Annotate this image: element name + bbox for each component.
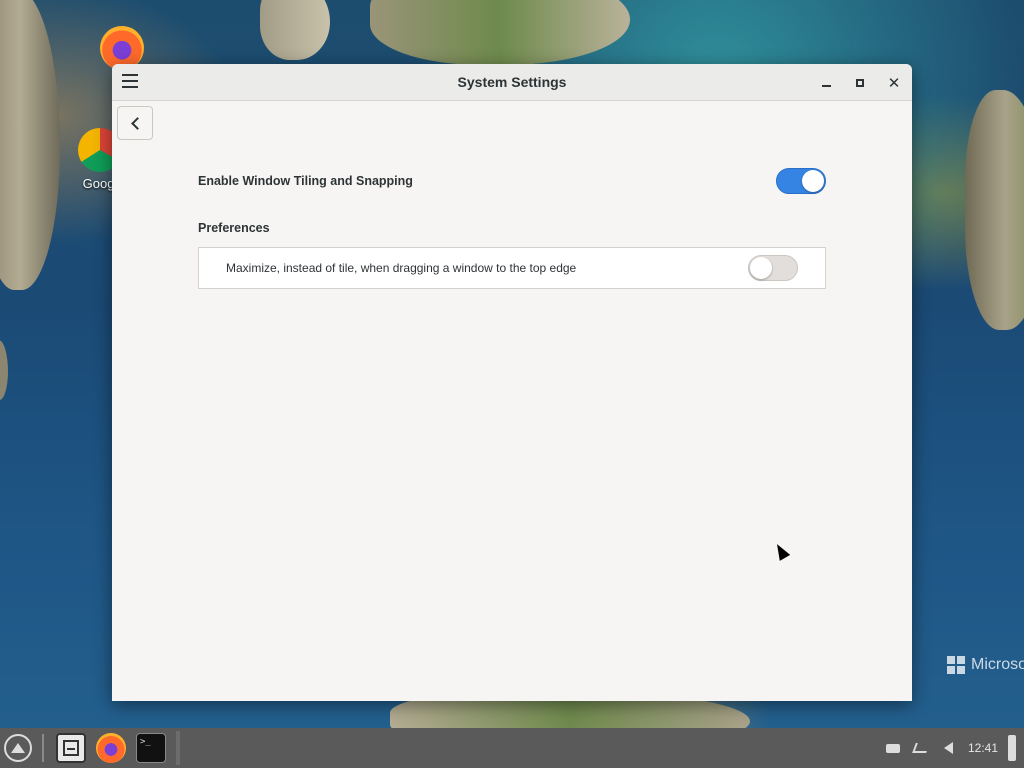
volume-icon: [944, 742, 954, 754]
start-menu-button[interactable]: [4, 734, 32, 762]
taskbar-firefox-button[interactable]: [96, 733, 126, 763]
close-icon: ✕: [887, 75, 901, 92]
taskbar-handle[interactable]: [176, 731, 180, 765]
printer-icon: [885, 743, 900, 753]
tiling-toggle[interactable]: [776, 168, 826, 194]
back-button[interactable]: [117, 106, 153, 140]
network-icon: [912, 743, 930, 753]
taskbar-separator: [42, 734, 44, 762]
wallpaper-rock: [0, 0, 60, 290]
taskbar-files-button[interactable]: [56, 733, 86, 763]
window-title: System Settings: [457, 74, 567, 90]
printer-tray-button[interactable]: [884, 741, 902, 755]
close-button[interactable]: ✕: [884, 73, 904, 93]
hamburger-menu-icon[interactable]: [122, 74, 138, 88]
toggle-knob: [750, 257, 772, 279]
preferences-heading: Preferences: [198, 221, 270, 235]
file-cabinet-icon: [63, 740, 79, 756]
settings-window: System Settings ✕ Enable Window Tiling a…: [112, 64, 912, 701]
taskbar-terminal-button[interactable]: >_: [136, 733, 166, 763]
toggle-knob: [802, 170, 824, 192]
system-tray: 12:41: [884, 735, 1024, 761]
maximize-pref-row: Maximize, instead of tile, when dragging…: [198, 247, 826, 289]
chevron-left-icon: [130, 116, 144, 130]
terminal-icon: >_: [140, 737, 151, 747]
wallpaper-rock: [370, 0, 630, 65]
minimize-button[interactable]: [816, 73, 836, 93]
maximize-pref-label: Maximize, instead of tile, when dragging…: [226, 261, 577, 275]
titlebar[interactable]: System Settings ✕: [112, 64, 912, 101]
wallpaper-rock: [260, 0, 330, 60]
watermark: Microsof: [947, 656, 1024, 674]
maximize-icon: [856, 79, 864, 87]
mountain-logo-icon: [11, 743, 25, 753]
network-tray-button[interactable]: [912, 741, 930, 755]
minimize-icon: [821, 85, 831, 87]
tiling-setting-row: Enable Window Tiling and Snapping: [198, 168, 826, 194]
wallpaper-rock: [0, 340, 8, 400]
maximize-pref-toggle[interactable]: [748, 255, 798, 281]
tiling-setting-label: Enable Window Tiling and Snapping: [198, 174, 413, 188]
watermark-text: Microsof: [971, 656, 1024, 673]
clock[interactable]: 12:41: [968, 741, 998, 755]
maximize-button[interactable]: [850, 73, 870, 93]
wallpaper-rock: [965, 90, 1024, 330]
show-desktop-button[interactable]: [1008, 735, 1016, 761]
taskbar: >_ 12:41: [0, 728, 1024, 768]
windows-logo-icon: [947, 656, 965, 674]
volume-tray-button[interactable]: [940, 741, 958, 755]
